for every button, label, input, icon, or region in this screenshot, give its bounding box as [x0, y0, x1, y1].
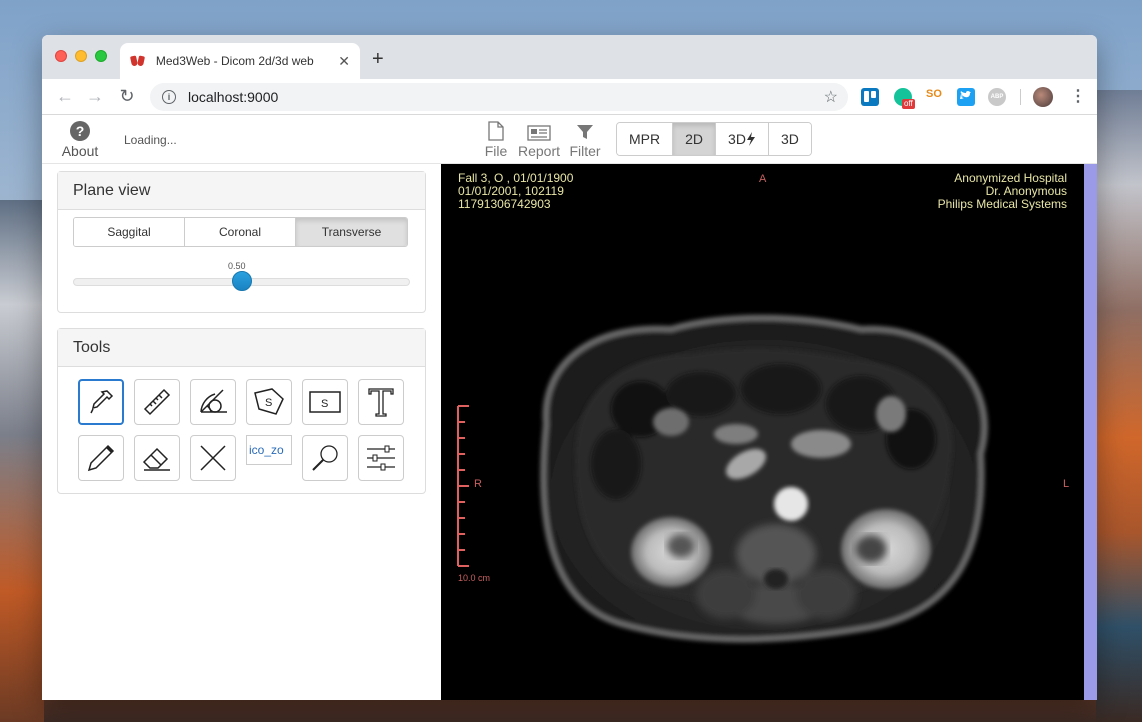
- reload-icon[interactable]: ↻: [112, 82, 142, 112]
- window-close-button[interactable]: [55, 50, 67, 62]
- back-icon[interactable]: ←: [50, 82, 80, 112]
- address-bar[interactable]: i localhost:9000 ☆: [150, 83, 848, 111]
- eraser-icon: [142, 447, 170, 471]
- svg-text:S: S: [265, 397, 272, 409]
- newspaper-icon: [516, 121, 562, 141]
- angle-tool-button[interactable]: [190, 379, 236, 425]
- plane-view-panel: Plane view Saggital Coronal Transverse 0…: [57, 171, 426, 313]
- desktop-wallpaper-left: [0, 200, 44, 722]
- orientation-label-anterior: A: [759, 173, 767, 185]
- tools-panel: Tools S S ico_zo: [57, 328, 426, 494]
- report-menu-button[interactable]: Report: [516, 121, 562, 159]
- rect-area-tool-button[interactable]: S: [302, 379, 348, 425]
- slice-slider-thumb[interactable]: [231, 271, 252, 291]
- ct-scan-image: [457, 314, 988, 643]
- about-button[interactable]: ? About: [60, 121, 100, 159]
- patient-info-overlay: Fall 3, O , 01/01/1900 01/01/2001, 10211…: [458, 172, 573, 211]
- url-text: localhost:9000: [188, 89, 279, 105]
- file-label: File: [484, 143, 508, 159]
- view-mode-group: MPR 2D 3D 3D: [616, 122, 812, 156]
- file-icon: [483, 121, 509, 141]
- clear-icon: [200, 445, 226, 471]
- view-mpr-button[interactable]: MPR: [617, 123, 674, 155]
- window-minimize-button[interactable]: [75, 50, 87, 62]
- orientation-label-right: R: [474, 478, 482, 490]
- new-tab-button[interactable]: +: [372, 48, 384, 71]
- plane-transverse-button[interactable]: Transverse: [296, 218, 407, 246]
- polygon-area-tool-button[interactable]: S: [246, 379, 292, 425]
- profile-avatar[interactable]: [1033, 87, 1053, 107]
- text-icon: [368, 388, 394, 417]
- filter-label: Filter: [569, 143, 601, 159]
- plane-button-group: Saggital Coronal Transverse: [73, 217, 408, 247]
- extension-off-badge: off: [902, 99, 915, 109]
- plane-coronal-button[interactable]: Coronal: [185, 218, 296, 246]
- pencil-tool-button[interactable]: [78, 435, 124, 481]
- pencil-icon: [87, 444, 115, 472]
- slice-slider-value: 0.50: [228, 261, 246, 271]
- plane-view-title: Plane view: [58, 172, 425, 210]
- text-tool-button[interactable]: [358, 379, 404, 425]
- tab-title: Med3Web - Dicom 2d/3d web: [155, 54, 314, 68]
- left-sidebar: Plane view Saggital Coronal Transverse 0…: [42, 164, 441, 700]
- clear-tool-button[interactable]: [190, 435, 236, 481]
- browser-toolbar: ← → ↻ i localhost:9000 ☆ off SO ABP ⋮: [42, 79, 1097, 115]
- forward-icon[interactable]: →: [80, 82, 110, 112]
- plane-saggital-button[interactable]: Saggital: [74, 218, 185, 246]
- settings-sliders-icon: [367, 445, 395, 471]
- desktop-wallpaper-right: [1096, 90, 1142, 722]
- about-label: About: [61, 143, 99, 159]
- ruler-tool-button[interactable]: [134, 379, 180, 425]
- view-3d-lightning-label: 3D: [728, 131, 746, 147]
- pipette-icon: [90, 390, 114, 414]
- app-header: ? About Loading... File Report Filter MP…: [42, 115, 1097, 164]
- patient-info-line: 11791306742903: [458, 197, 551, 211]
- scale-bar: [457, 405, 469, 567]
- browser-menu-icon[interactable]: ⋮: [1070, 86, 1086, 106]
- bookmark-star-icon[interactable]: ☆: [824, 87, 838, 107]
- so-extension-icon[interactable]: SO: [926, 88, 944, 106]
- tab-close-icon[interactable]: ✕: [338, 53, 350, 70]
- loading-status: Loading...: [124, 133, 177, 147]
- question-icon: ?: [70, 121, 90, 141]
- browser-window: Med3Web - Dicom 2d/3d web ✕ + ← → ↻ i lo…: [42, 35, 1097, 700]
- magnifier-tool-button[interactable]: [302, 435, 348, 481]
- viewer-scroll-edge[interactable]: [1084, 164, 1097, 700]
- protractor-icon: [200, 389, 227, 413]
- site-info-icon[interactable]: i: [162, 90, 176, 104]
- app-favicon-icon: [130, 54, 146, 68]
- area-rect-icon: S: [309, 391, 341, 413]
- window-maximize-button[interactable]: [95, 50, 107, 62]
- scale-bar-label: 10.0 cm: [458, 573, 491, 583]
- zoom-icon[interactable]: ico_zo: [246, 435, 292, 465]
- institution-info-overlay: Anonymized Hospital Dr. Anonymous Philip…: [938, 172, 1067, 211]
- tab-strip: Med3Web - Dicom 2d/3d web ✕ +: [42, 35, 1097, 79]
- filter-icon: [567, 121, 603, 141]
- trello-extension-icon[interactable]: [861, 88, 879, 106]
- filter-menu-button[interactable]: Filter: [567, 121, 603, 159]
- tools-title: Tools: [58, 329, 425, 367]
- browser-tab[interactable]: Med3Web - Dicom 2d/3d web ✕: [120, 43, 360, 79]
- lightning-icon: [746, 132, 755, 146]
- ruler-icon: [143, 388, 171, 416]
- file-menu-button[interactable]: File: [483, 121, 509, 159]
- pipette-tool-button[interactable]: [78, 379, 124, 425]
- view-3d-button[interactable]: 3D: [768, 123, 811, 155]
- settings-tool-button[interactable]: [358, 435, 404, 481]
- adblock-extension-icon[interactable]: ABP: [988, 88, 1006, 106]
- eraser-tool-button[interactable]: [134, 435, 180, 481]
- institution-info-line: Philips Medical Systems: [937, 197, 1067, 211]
- area-polygon-icon: S: [254, 388, 284, 415]
- view-3d-lightning-button[interactable]: 3D: [716, 123, 769, 155]
- twitter-extension-icon[interactable]: [957, 88, 975, 106]
- dicom-viewer-canvas[interactable]: Fall 3, O , 01/01/1900 01/01/2001, 10211…: [441, 164, 1084, 700]
- toolbar-divider: [1020, 89, 1021, 105]
- report-label: Report: [517, 143, 561, 159]
- orientation-label-left: L: [1063, 478, 1070, 490]
- magnifier-icon: [312, 445, 338, 471]
- svg-text:S: S: [321, 398, 328, 410]
- view-2d-button[interactable]: 2D: [673, 123, 717, 155]
